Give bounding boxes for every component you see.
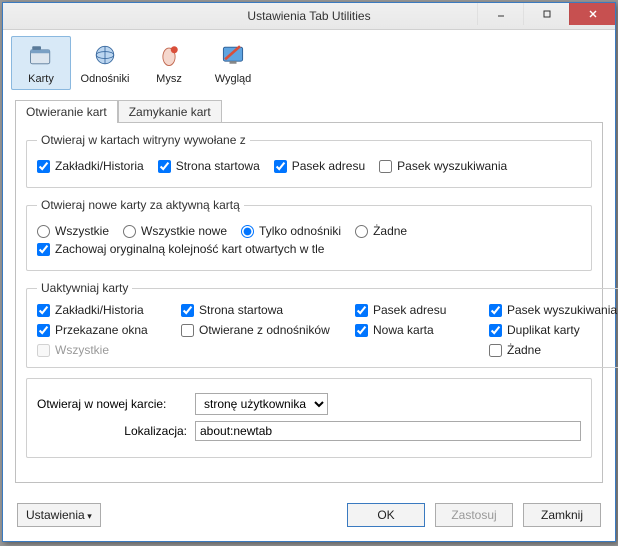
rad-all-new[interactable]: Wszystkie nowe [123,224,227,238]
toolbar-tabs-button[interactable]: Karty [11,36,71,90]
lbl-open-in-newtab: Otwieraj w nowej karcie: [37,397,187,411]
ok-button[interactable]: OK [347,503,425,527]
chk-act-diverted[interactable]: Przekazane okna [37,323,167,337]
chk-act-duplicate[interactable]: Duplikat karty [489,323,618,337]
chk-act-fromlinks[interactable]: Otwierane z odnośników [181,323,341,337]
chk-urlbar[interactable]: Pasek adresu [274,159,365,173]
maximize-button[interactable] [523,3,569,25]
rad-links-only[interactable]: Tylko odnośniki [241,224,341,238]
chk-bookmarks-history[interactable]: Zakładki/Historia [37,159,144,173]
chk-act-none[interactable]: Żadne [489,343,618,357]
chk-act-newtab[interactable]: Nowa karta [355,323,475,337]
group-activate-tabs-legend: Uaktywniaj karty [37,281,132,295]
toolbar-links-label: Odnośniki [81,73,130,85]
titlebar: Ustawienia Tab Utilities [3,3,615,30]
chk-act-bookmarks[interactable]: Zakładki/Historia [37,303,167,317]
close-dialog-button[interactable]: Zamknij [523,503,601,527]
toolbar-appearance-label: Wygląd [215,73,252,85]
lbl-location: Lokalizacja: [37,424,187,438]
settings-menu-button[interactable]: Ustawienia [17,503,101,527]
opening-panel: Otwieraj w kartach witryny wywołane z Za… [15,123,603,483]
input-location[interactable] [195,421,581,441]
chk-act-all: Wszystkie [37,343,167,357]
group-open-after-active: Otwieraj nowe karty za aktywną kartą Wsz… [26,198,592,271]
group-open-after-active-legend: Otwieraj nowe karty za aktywną kartą [37,198,244,212]
settings-window: Ustawienia Tab Utilities Karty Odnośniki… [2,2,616,542]
toolbar: Karty Odnośniki Mysz Wygląd [3,30,615,94]
rad-none[interactable]: Żadne [355,224,407,238]
apply-button[interactable]: Zastosuj [435,503,513,527]
chk-act-searchbar[interactable]: Pasek wyszukiwania [489,303,618,317]
toolbar-mouse-button[interactable]: Mysz [139,36,199,90]
chk-preserve-order[interactable]: Zachowaj oryginalną kolejność kart otwar… [37,242,324,256]
toolbar-tabs-label: Karty [28,73,54,85]
minimize-button[interactable] [477,3,523,25]
dialog-footer: Ustawienia OK Zastosuj Zamknij [3,493,615,541]
toolbar-appearance-button[interactable]: Wygląd [203,36,263,90]
group-open-sites-legend: Otwieraj w kartach witryny wywołane z [37,133,250,147]
group-newtab-page: Otwieraj w nowej karcie: stronę użytkown… [26,378,592,458]
tab-opening[interactable]: Otwieranie kart [15,100,118,123]
chk-homepage[interactable]: Strona startowa [158,159,260,173]
tab-closing[interactable]: Zamykanie kart [118,100,222,123]
chk-act-homepage[interactable]: Strona startowa [181,303,341,317]
select-newtab-page[interactable]: stronę użytkownika [195,393,328,415]
toolbar-mouse-label: Mysz [156,73,182,85]
rad-all[interactable]: Wszystkie [37,224,109,238]
close-button[interactable] [569,3,615,25]
tab-bar: Otwieranie kart Zamykanie kart [3,94,615,123]
chk-searchbar[interactable]: Pasek wyszukiwania [379,159,507,173]
window-controls [477,3,615,25]
chk-act-urlbar[interactable]: Pasek adresu [355,303,475,317]
group-open-sites: Otwieraj w kartach witryny wywołane z Za… [26,133,592,188]
toolbar-links-button[interactable]: Odnośniki [75,36,135,90]
group-activate-tabs: Uaktywniaj karty Zakładki/Historia Stron… [26,281,618,368]
